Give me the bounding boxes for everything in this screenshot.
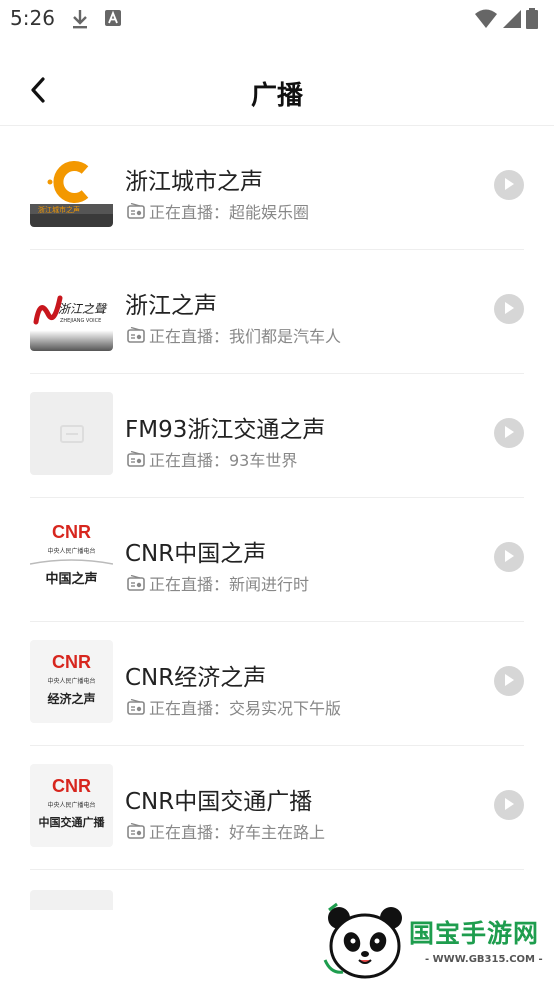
station-item-zhejiang-city-voice[interactable]: 浙江城市之声 浙江城市之声 正在直播：超能娱乐圈 (0, 126, 554, 250)
station-logo: 浙江之聲 ZHEJIANG VOICE (30, 268, 113, 351)
play-icon (503, 176, 515, 195)
radio-icon (127, 822, 145, 839)
station-logo: CNR 中央人民广播电台 经济之声 (30, 640, 113, 723)
station-logo: CNR 中央人民广播电台 中国之声 (30, 516, 113, 599)
station-item-cnr-economy-voice[interactable]: CNR 中央人民广播电台 经济之声 CNR经济之声 正在直播：交易实况下午版 (0, 622, 554, 746)
cnr-sub: 中央人民广播电台 (47, 678, 96, 685)
status-bar: 5:26 (0, 0, 554, 40)
radio-icon (127, 450, 145, 467)
now-playing: 正在直播：交易实况下午版 (127, 695, 341, 719)
now-playing: 正在直播：我们都是汽车人 (127, 323, 341, 347)
cnr-mark: CNR (52, 652, 91, 672)
now-playing: 正在直播：超能娱乐圈 (127, 199, 309, 223)
watermark: 国宝手游网 - WWW.GB315.COM - (305, 890, 554, 984)
station-logo-partial[interactable] (30, 890, 113, 910)
cnr-sub: 中央人民广播电台 (47, 802, 96, 809)
app-header: 广播 (0, 58, 554, 126)
station-list: 浙江城市之声 浙江城市之声 正在直播：超能娱乐圈 浙江之聲 ZHEJIANG V… (0, 126, 554, 870)
panda-mascot-icon (323, 900, 409, 984)
station-name: FM93浙江交通之声 (125, 417, 326, 443)
station-name: 浙江城市之声 (125, 169, 263, 195)
play-button[interactable] (494, 294, 524, 324)
play-icon (503, 548, 515, 567)
station-name: CNR中国之声 (125, 541, 267, 567)
watermark-brand: 国宝手游网 (409, 919, 540, 948)
radio-icon (127, 698, 145, 715)
cnr-mark: CNR (52, 776, 91, 796)
radio-icon (127, 326, 145, 343)
station-item-cnr-traffic[interactable]: CNR 中央人民广播电台 中国交通广播 CNR中国交通广播 正在直播：好车主在路… (0, 746, 554, 870)
play-icon (503, 672, 515, 691)
now-playing-text: 正在直播：新闻进行时 (149, 575, 310, 594)
station-logo: CNR 中央人民广播电台 中国交通广播 (30, 764, 113, 847)
font-icon (104, 8, 124, 30)
watermark-url: - WWW.GB315.COM - (425, 954, 543, 965)
play-button[interactable] (494, 666, 524, 696)
station-logo: 浙江城市之声 (30, 144, 113, 227)
page-title: 广播 (250, 81, 303, 111)
now-playing-text: 正在直播：超能娱乐圈 (149, 203, 310, 222)
status-time: 5:26 (10, 6, 55, 30)
play-icon (503, 424, 515, 443)
play-button[interactable] (494, 418, 524, 448)
station-name: 浙江之声 (125, 293, 217, 319)
wifi-icon (474, 8, 498, 34)
now-playing: 正在直播：新闻进行时 (127, 571, 309, 595)
now-playing-text: 正在直播：我们都是汽车人 (149, 327, 342, 346)
now-playing-text: 正在直播：93车世界 (149, 451, 298, 470)
battery-icon (526, 8, 538, 34)
radio-icon (127, 202, 145, 219)
cnr-sub: 中央人民广播电台 (47, 548, 96, 555)
play-icon (503, 796, 515, 815)
cnr-mark: CNR (52, 522, 91, 542)
now-playing: 正在直播：93车世界 (127, 447, 297, 471)
cnr-caption: 中国交通广播 (38, 816, 105, 829)
cnr-caption: 经济之声 (47, 692, 96, 706)
station-name: CNR经济之声 (125, 665, 267, 691)
image-placeholder-icon (60, 425, 84, 447)
download-icon (70, 8, 90, 30)
city-logo-caption: 浙江城市之声 (38, 206, 80, 214)
station-item-cnr-china-voice[interactable]: CNR 中央人民广播电台 中国之声 CNR中国之声 正在直播：新闻进行时 (0, 498, 554, 622)
zhejiang-logo-script: 浙江之聲 (58, 302, 107, 316)
station-item-fm93[interactable]: FM93浙江交通之声 正在直播：93车世界 (0, 374, 554, 498)
status-indicators (474, 8, 538, 34)
station-logo (30, 392, 113, 475)
station-name: CNR中国交通广播 (125, 789, 313, 815)
station-item-zhejiang-voice[interactable]: 浙江之聲 ZHEJIANG VOICE 浙江之声 正在直播：我们都是汽车人 (0, 250, 554, 374)
zhejiang-logo-sub: ZHEJIANG VOICE (60, 318, 102, 324)
play-icon (503, 300, 515, 319)
cnr-caption: 中国之声 (45, 572, 98, 587)
play-button[interactable] (494, 542, 524, 572)
now-playing-text: 正在直播：好车主在路上 (149, 823, 326, 842)
signal-icon (502, 8, 522, 34)
radio-icon (127, 574, 145, 591)
now-playing: 正在直播：好车主在路上 (127, 819, 325, 843)
now-playing-text: 正在直播：交易实况下午版 (149, 699, 342, 718)
play-button[interactable] (494, 790, 524, 820)
screen: 5:26 广播 浙江城市之声 浙江城市之声 正在直播：超能娱乐圈 浙江之聲 ZH… (0, 0, 554, 984)
play-button[interactable] (494, 170, 524, 200)
